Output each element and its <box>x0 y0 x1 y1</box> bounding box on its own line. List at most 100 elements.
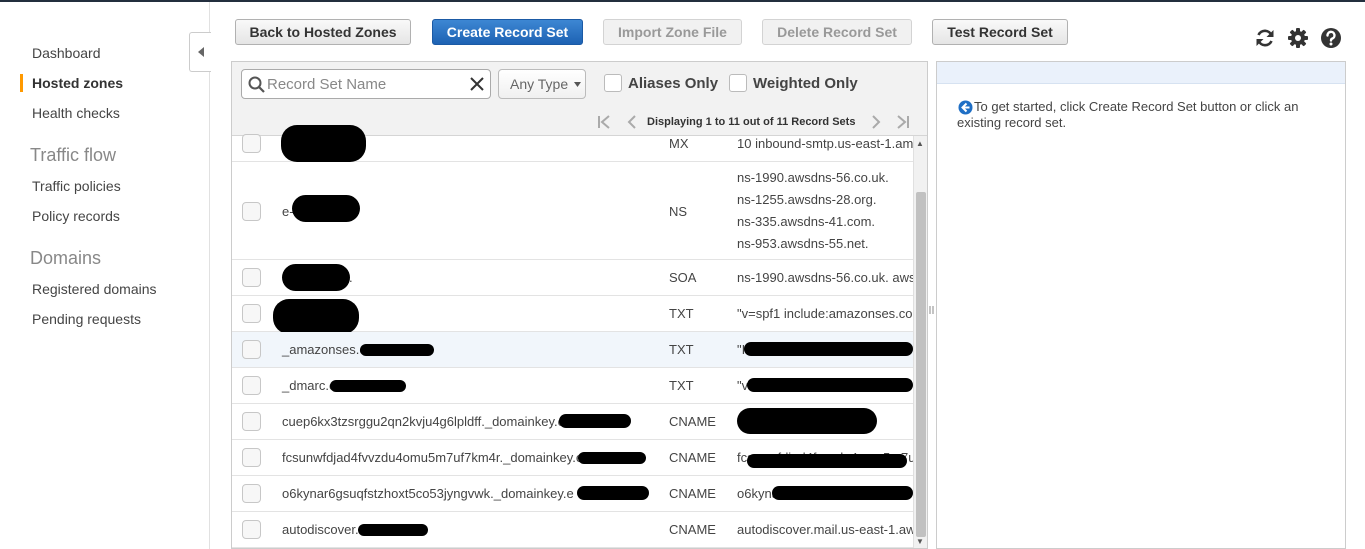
table-row[interactable]: o6kynar6gsuqfstzhoxt5co53jyngvwk._domain… <box>232 476 913 512</box>
redaction-mark <box>360 344 434 356</box>
record-type: MX <box>669 136 689 151</box>
sidebar-item-registered-domains[interactable]: Registered domains <box>32 281 157 297</box>
sidebar-item-traffic-policies[interactable]: Traffic policies <box>32 178 121 194</box>
row-checkbox[interactable] <box>242 134 261 153</box>
redaction-mark <box>281 125 366 162</box>
record-type: SOA <box>669 270 697 285</box>
record-value: autodiscover.mail.us-east-1.awsapps.com <box>737 522 913 537</box>
record-type: TXT <box>669 342 694 357</box>
record-value: ns-1255.awsdns-28.org. <box>737 192 877 207</box>
record-value: ns-953.awsdns-55.net. <box>737 236 869 251</box>
redaction-mark <box>772 486 913 500</box>
redaction-mark <box>747 378 913 392</box>
record-name: o6kynar6gsuqfstzhoxt5co53jyngvwk._domain… <box>282 486 574 501</box>
weighted-only-checkbox[interactable]: Weighted Only <box>729 74 858 92</box>
aliases-only-checkbox[interactable]: Aliases Only <box>604 74 718 92</box>
scrollbar-thumb[interactable] <box>916 192 926 537</box>
scroll-up-icon[interactable]: ▲ <box>916 139 924 148</box>
weighted-only-box[interactable] <box>729 74 747 92</box>
record-type: NS <box>669 204 688 219</box>
table-row[interactable]: autodiscover. CNAME autodiscover.mail.us… <box>232 512 913 548</box>
create-record-set-button[interactable]: Create Record Set <box>432 19 583 45</box>
row-checkbox[interactable] <box>242 202 261 221</box>
get-started-message: To get started, click Create Record Set … <box>957 99 1299 130</box>
table-row[interactable]: TXT "v=spf1 include:amazonses.com ~all" <box>232 296 913 334</box>
record-type: CNAME <box>669 522 716 537</box>
record-type: TXT <box>669 378 694 393</box>
record-type: CNAME <box>669 450 716 465</box>
test-record-set-button[interactable]: Test Record Set <box>932 19 1068 45</box>
search-input[interactable] <box>267 74 467 94</box>
row-checkbox[interactable] <box>242 412 261 431</box>
record-value: ns-1990.awsdns-56.co.uk. awsdns-hostmast… <box>737 270 913 285</box>
active-indicator <box>20 74 23 92</box>
vertical-scrollbar[interactable]: ▲ ▼ <box>913 136 927 548</box>
sidebar-item-policy-records[interactable]: Policy records <box>32 208 120 224</box>
clear-search-icon[interactable] <box>470 77 484 91</box>
row-checkbox[interactable] <box>242 340 261 359</box>
gear-icon[interactable] <box>1287 27 1309 49</box>
help-icon[interactable] <box>1320 27 1342 49</box>
redaction-mark <box>358 524 428 536</box>
caret-left-icon <box>197 47 204 57</box>
table-row[interactable]: fcsunwfdjad4fvvzdu4omu5m7uf7km4r._domain… <box>232 440 913 476</box>
search-icon <box>248 76 265 93</box>
collapse-sidebar-button[interactable] <box>189 32 211 72</box>
table-row[interactable]: cuep6kx3tzsrggu2qn2kvju4g6lpldff._domain… <box>232 404 913 440</box>
aliases-only-label: Aliases Only <box>628 74 719 92</box>
table-row[interactable]: _dmarc.e TXT "v <box>232 368 913 404</box>
aliases-only-box[interactable] <box>604 74 622 92</box>
redaction-mark <box>577 486 649 500</box>
search-box[interactable] <box>241 69 491 99</box>
record-name: _amazonses.e <box>282 342 367 357</box>
sidebar: Dashboard Hosted zones Health checks Tra… <box>0 2 210 549</box>
panel-splitter-handle[interactable] <box>929 300 934 320</box>
import-zone-file-button[interactable]: Import Zone File <box>603 19 742 45</box>
row-checkbox[interactable] <box>242 268 261 287</box>
redaction-mark <box>330 380 406 392</box>
redaction-mark <box>744 342 913 356</box>
record-value: "v=spf1 include:amazonses.com ~all" <box>737 306 913 321</box>
sidebar-item-pending-requests[interactable]: Pending requests <box>32 311 141 327</box>
sidebar-item-health-checks[interactable]: Health checks <box>32 105 120 121</box>
table-row[interactable]: _amazonses.e TXT "I <box>232 332 913 368</box>
redaction-mark <box>737 408 877 434</box>
delete-record-set-button[interactable]: Delete Record Set <box>762 19 912 45</box>
record-type: CNAME <box>669 486 716 501</box>
row-checkbox[interactable] <box>242 376 261 395</box>
record-sets-panel: Any Type Aliases Only Weighted Only Disp… <box>231 61 928 549</box>
redaction-mark <box>559 414 631 428</box>
back-to-hosted-zones-button[interactable]: Back to Hosted Zones <box>235 19 411 45</box>
weighted-only-label: Weighted Only <box>753 74 858 92</box>
record-name: cuep6kx3tzsrggu2qn2kvju4g6lpldff._domain… <box>282 414 565 429</box>
table-row[interactable]: e- NS ns-1990.awsdns-56.co.uk. ns-1255.a… <box>232 162 913 260</box>
record-value: 10 inbound-smtp.us-east-1.amazonaws.com <box>737 136 913 151</box>
record-details-panel: To get started, click Create Record Set … <box>936 61 1346 549</box>
sidebar-item-hosted-zones[interactable]: Hosted zones <box>32 75 123 91</box>
redaction-mark <box>578 452 646 464</box>
scroll-down-icon[interactable]: ▼ <box>916 537 924 546</box>
record-value: ns-335.awsdns-41.com. <box>737 214 876 229</box>
record-type: CNAME <box>669 414 716 429</box>
sidebar-item-dashboard[interactable]: Dashboard <box>32 45 101 61</box>
table-row[interactable]: . SOA ns-1990.awsdns-56.co.uk. awsdns-ho… <box>232 260 913 296</box>
redaction-mark <box>747 454 907 468</box>
record-name: _dmarc.e <box>282 378 337 393</box>
details-header <box>937 62 1345 84</box>
table-row[interactable]: MX 10 inbound-smtp.us-east-1.amazonaws.c… <box>232 125 913 162</box>
refresh-icon[interactable] <box>1254 27 1276 49</box>
row-checkbox[interactable] <box>242 304 261 323</box>
section-title-domains: Domains <box>30 248 102 268</box>
row-checkbox[interactable] <box>242 520 261 539</box>
chevron-down-icon <box>574 81 582 87</box>
record-type: TXT <box>669 306 694 321</box>
redaction-mark <box>282 264 350 291</box>
redaction-mark <box>292 195 360 222</box>
row-checkbox[interactable] <box>242 484 261 503</box>
row-checkbox[interactable] <box>242 448 261 467</box>
record-value: ns-1990.awsdns-56.co.uk. <box>737 170 889 185</box>
record-name: fcsunwfdjad4fvvzdu4omu5m7uf7km4r._domain… <box>282 450 584 465</box>
section-title-traffic-flow: Traffic flow <box>30 145 117 165</box>
redaction-mark <box>273 299 359 334</box>
type-select[interactable]: Any Type <box>498 69 586 99</box>
